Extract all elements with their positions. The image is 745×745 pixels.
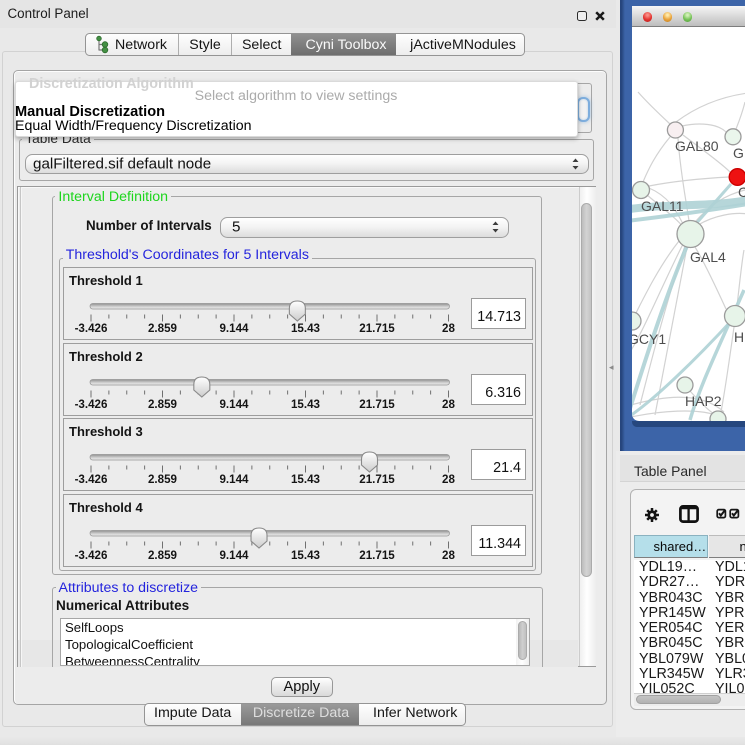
svg-text:C: C: [738, 184, 745, 200]
svg-text:G.: G.: [733, 145, 745, 161]
svg-text:GAL80: GAL80: [675, 138, 719, 154]
svg-text:GAL4: GAL4: [690, 249, 726, 265]
svg-text:GAL11: GAL11: [641, 198, 684, 214]
svg-text:H: H: [734, 329, 744, 345]
svg-text:GCY1: GCY1: [632, 331, 666, 347]
svg-text:HAP2: HAP2: [685, 393, 722, 409]
